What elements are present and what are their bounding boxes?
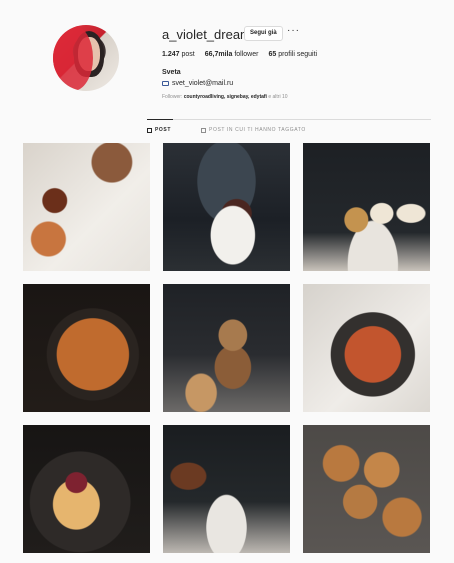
followed-by-names[interactable]: countyroadliving, signebay, edytafi <box>184 94 267 100</box>
followers-count[interactable]: 66,7mila follower <box>205 51 259 58</box>
post-thumbnail[interactable] <box>303 143 430 271</box>
tabs-divider <box>147 119 431 120</box>
tab-posts[interactable]: POST <box>147 127 171 133</box>
email-text: svet_violet@mail.ru <box>172 80 234 87</box>
post-thumbnail[interactable] <box>163 425 290 553</box>
post-thumbnail[interactable] <box>23 425 150 553</box>
tab-tagged[interactable]: POST IN CUI TI HANNO TAGGATO <box>201 127 306 133</box>
full-name: Sveta <box>162 69 181 76</box>
post-thumbnail[interactable] <box>23 143 150 271</box>
profile-tabs: POST POST IN CUI TI HANNO TAGGATO <box>147 127 306 133</box>
username: a_violet_dream <box>162 27 251 42</box>
post-thumbnail[interactable] <box>303 284 430 412</box>
posts-count: 1.247 post <box>162 51 195 58</box>
post-thumbnail[interactable] <box>303 425 430 553</box>
email-contact[interactable]: svet_violet@mail.ru <box>162 80 233 87</box>
post-thumbnail[interactable] <box>163 284 290 412</box>
following-button[interactable]: Segui già <box>244 26 283 41</box>
followed-by[interactable]: Follower: countyroadliving, signebay, ed… <box>162 94 288 100</box>
grid-icon <box>147 127 152 133</box>
avatar-veil <box>53 25 93 91</box>
profile-stats: 1.247 post 66,7mila follower 65 profili … <box>162 51 317 58</box>
post-thumbnail[interactable] <box>163 143 290 271</box>
following-count[interactable]: 65 profili seguiti <box>268 51 317 58</box>
posts-grid <box>23 143 431 553</box>
profile-header: a_violet_dream Segui già ··· 1.247 post … <box>0 0 454 120</box>
active-tab-indicator <box>147 119 173 120</box>
mail-icon <box>162 81 169 86</box>
tagged-icon <box>201 127 207 133</box>
more-options-icon[interactable]: ··· <box>287 25 300 36</box>
post-thumbnail[interactable] <box>23 284 150 412</box>
avatar[interactable] <box>53 25 119 91</box>
